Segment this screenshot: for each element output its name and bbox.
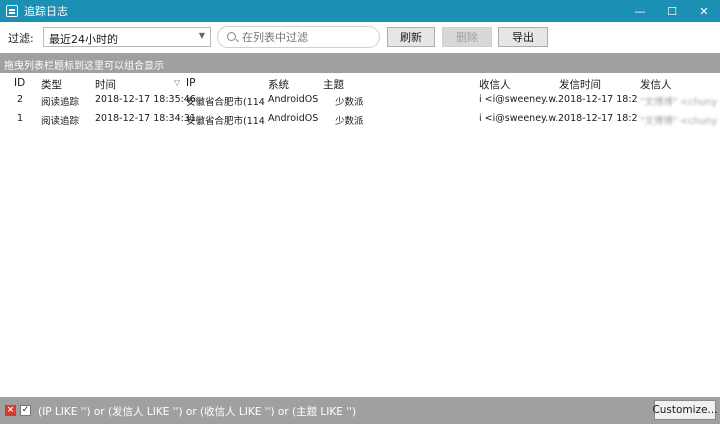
cell-subject: 少数派 bbox=[335, 97, 364, 108]
customize-button[interactable]: Customize... bbox=[652, 400, 718, 420]
cell-id: 2 bbox=[17, 94, 24, 105]
window-controls: — ☐ ✕ bbox=[624, 0, 720, 22]
cell-ip: 安徽省合肥市(114.... bbox=[186, 116, 266, 127]
cell-ip: 安徽省合肥市(114.... bbox=[186, 97, 266, 108]
column-header-sender[interactable]: 发信人 bbox=[640, 77, 672, 92]
cell-type: 阅读追踪 bbox=[41, 97, 80, 108]
title-bar: 追踪日志 — ☐ ✕ bbox=[0, 0, 720, 22]
column-header-sent-time[interactable]: 发信时间 bbox=[559, 77, 601, 92]
cell-sender: "文博博" <chunyu... bbox=[640, 116, 718, 127]
chevron-down-icon: ▼ bbox=[198, 31, 205, 40]
cell-subject: 少数派 bbox=[335, 116, 364, 127]
cell-type: 阅读追踪 bbox=[41, 116, 80, 127]
column-header-ip[interactable]: IP bbox=[186, 77, 195, 89]
cell-sent-time: 2018-12-17 18:27... bbox=[558, 113, 638, 124]
minimize-button[interactable]: — bbox=[624, 0, 656, 22]
column-header-system[interactable]: 系统 bbox=[268, 77, 289, 92]
filter-label: 过滤: bbox=[8, 32, 34, 45]
cell-id: 1 bbox=[17, 113, 24, 124]
column-header-recipient[interactable]: 收信人 bbox=[479, 77, 511, 92]
cell-sent-time: 2018-12-17 18:27... bbox=[558, 94, 638, 105]
cell-time: 2018-12-17 18:34:31 bbox=[95, 113, 196, 124]
table-row[interactable]: 1 阅读追踪 2018-12-17 18:34:31 安徽省合肥市(114...… bbox=[0, 110, 720, 128]
toolbar: 过滤: 最近24小时的 ▼ 刷新 删除 导出 bbox=[0, 22, 720, 52]
cell-recipient: i <i@sweeney.w... bbox=[479, 94, 557, 105]
table-row[interactable]: 2 阅读追踪 2018-12-17 18:35:46 安徽省合肥市(114...… bbox=[0, 91, 720, 109]
cell-recipient: i <i@sweeney.w... bbox=[479, 113, 557, 124]
search-input[interactable] bbox=[242, 30, 372, 44]
group-by-panel[interactable]: 拖曳列表栏题标到这里可以组合显示 bbox=[0, 53, 720, 73]
export-button[interactable]: 导出 bbox=[498, 27, 548, 47]
cell-time: 2018-12-17 18:35:46 bbox=[95, 94, 196, 105]
search-icon bbox=[227, 32, 236, 41]
cell-system: AndroidOS bbox=[268, 113, 319, 124]
column-header-id[interactable]: ID bbox=[14, 77, 25, 89]
filter-status-bar: × ✓ (IP LIKE '') or (发信人 LIKE '') or (收信… bbox=[0, 397, 720, 424]
column-header-type[interactable]: 类型 bbox=[41, 77, 62, 92]
column-header-subject[interactable]: 主题 bbox=[323, 77, 344, 92]
filter-expression[interactable]: (IP LIKE '') or (发信人 LIKE '') or (收信人 LI… bbox=[38, 404, 356, 419]
sort-descending-icon: ▽ bbox=[174, 78, 181, 87]
column-header-time[interactable]: 时间 bbox=[95, 77, 116, 92]
cell-system: AndroidOS bbox=[268, 94, 319, 105]
maximize-button[interactable]: ☐ bbox=[656, 0, 688, 22]
cell-sender: "文博博" <chunyu... bbox=[640, 97, 718, 108]
search-box[interactable] bbox=[217, 26, 380, 48]
filter-enabled-checkbox[interactable]: ✓ bbox=[20, 405, 31, 416]
filter-dropdown[interactable]: 最近24小时的 ▼ bbox=[43, 27, 211, 47]
refresh-button[interactable]: 刷新 bbox=[387, 27, 435, 47]
log-table: ID 类型 时间 ▽ IP 系统 主题 收信人 发信时间 发信人 2 阅读追踪 … bbox=[0, 73, 720, 397]
group-by-hint: 拖曳列表栏题标到这里可以组合显示 bbox=[4, 61, 164, 72]
close-button[interactable]: ✕ bbox=[688, 0, 720, 22]
delete-button[interactable]: 删除 bbox=[442, 27, 492, 47]
app-icon bbox=[6, 5, 18, 17]
filter-selected-value: 最近24小时的 bbox=[49, 33, 118, 46]
clear-filter-icon[interactable]: × bbox=[5, 405, 16, 416]
window-title: 追踪日志 bbox=[24, 5, 68, 18]
